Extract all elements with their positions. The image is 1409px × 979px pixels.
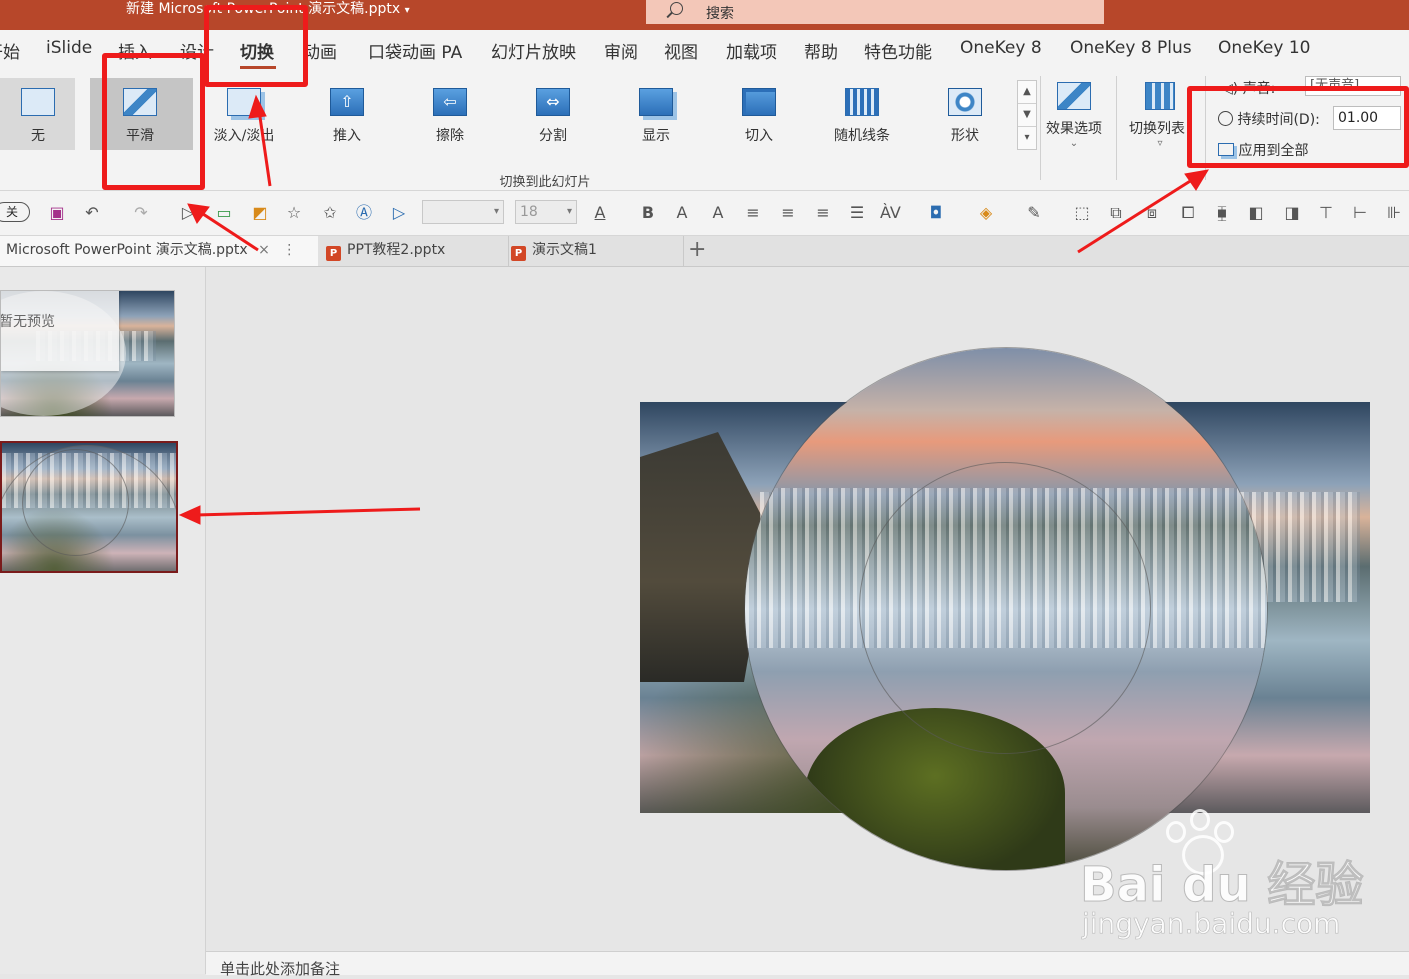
arrow-to-thumbnail xyxy=(195,507,421,517)
watermark-url: jingyan.baidu.com xyxy=(1082,907,1341,941)
watermark-logo-text: Bai du 经验 xyxy=(1079,857,1364,914)
arrow-head xyxy=(187,203,210,224)
baidu-watermark: Bai du 经验 jingyan.baidu.com xyxy=(1079,809,1380,965)
arrow-to-duration xyxy=(1077,176,1196,254)
arrow-head xyxy=(178,505,201,525)
arrow-head xyxy=(248,94,267,119)
arrow-to-toolbar xyxy=(199,210,259,252)
arrow-to-fade xyxy=(257,109,272,187)
arrow-head xyxy=(1184,169,1209,191)
